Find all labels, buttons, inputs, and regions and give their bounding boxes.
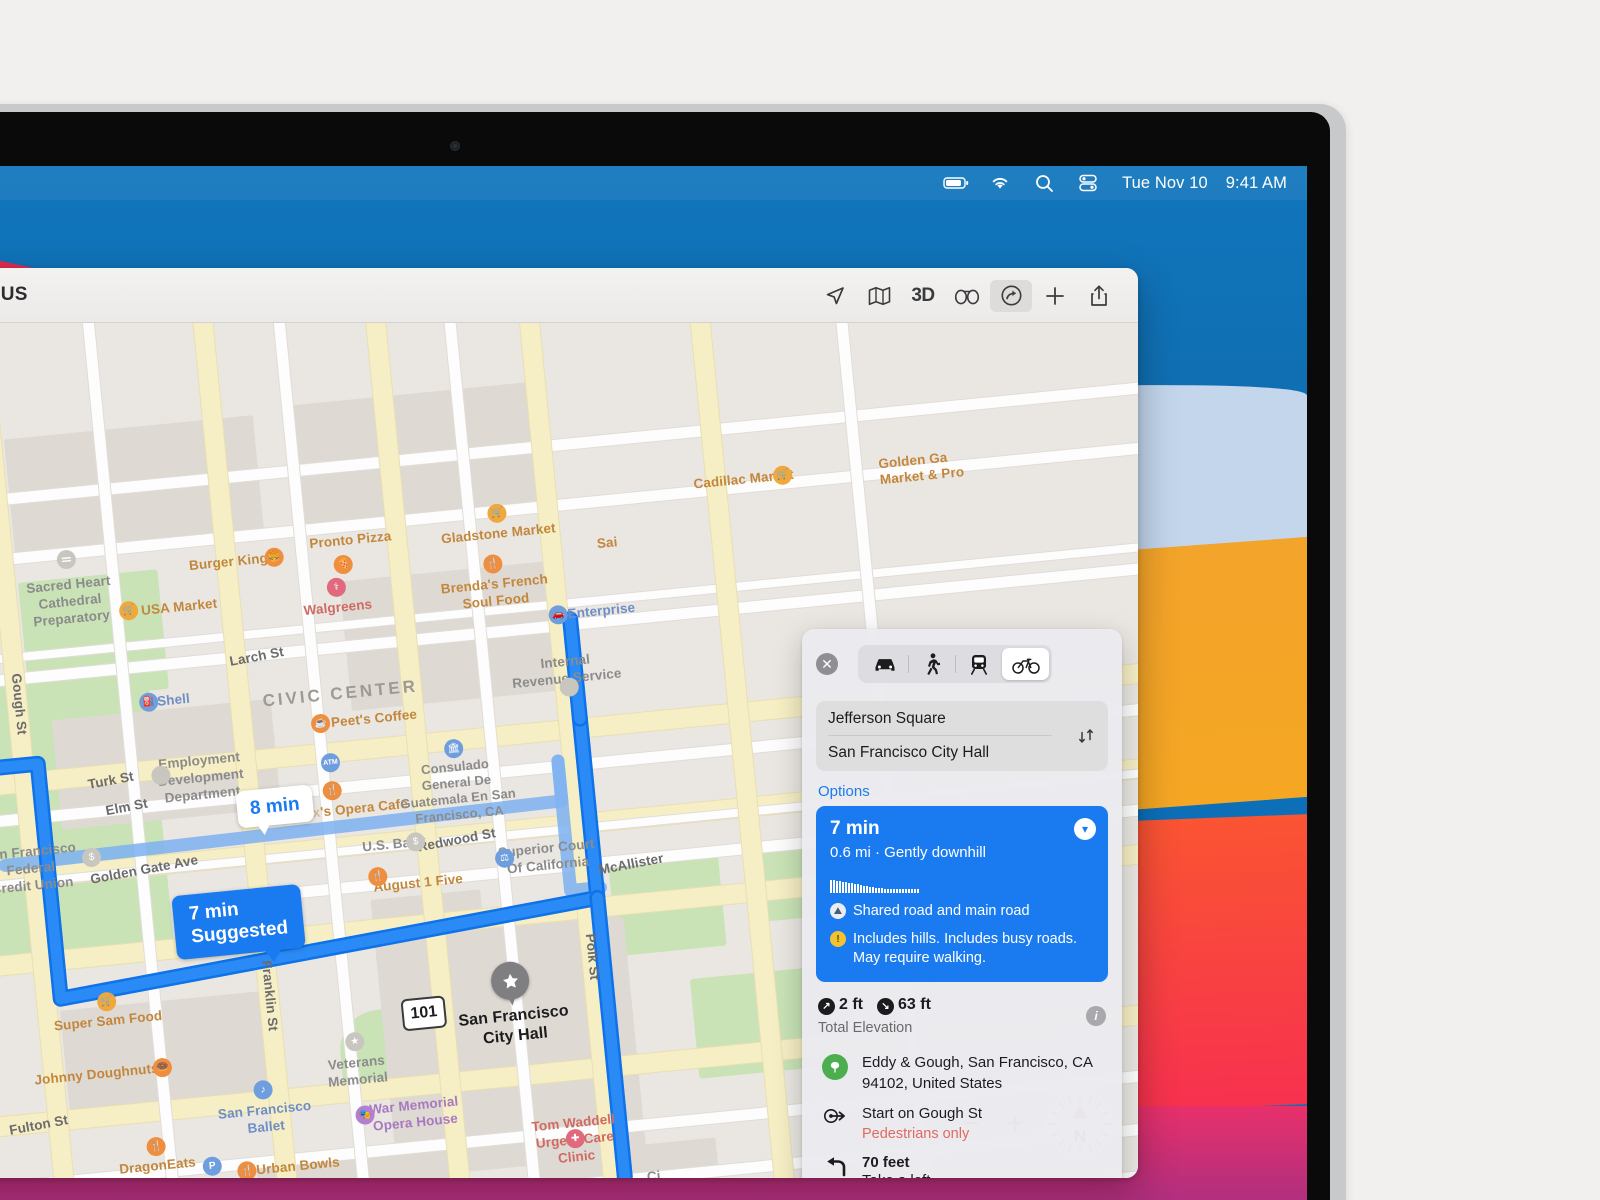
transport-mode-switcher: [858, 645, 1052, 683]
route-distance: 0.6 mi · Gently downhill: [830, 844, 986, 861]
elevation-profile: [830, 879, 1094, 893]
steps-list: Eddy & Gough, San Francisco, CA 94102, U…: [802, 1046, 1122, 1178]
mode-walk[interactable]: [908, 648, 955, 680]
screen-bezel: Tue Nov 10 9:41 AM CA, US 3D: [0, 112, 1330, 1200]
route-option-card[interactable]: ▾ 7 min 0.6 mi · Gently downhill ⛰ Share…: [816, 806, 1108, 982]
end-field[interactable]: San Francisco City Hall: [816, 736, 1064, 769]
arrow-up-right-icon: ↗: [818, 998, 835, 1015]
step-address: Eddy & Gough, San Francisco, CA 94102, U…: [862, 1054, 1093, 1092]
options-link[interactable]: Options: [818, 783, 1122, 800]
highway-shield: 101: [400, 995, 448, 1032]
desktop-screen: Tue Nov 10 9:41 AM CA, US 3D: [0, 166, 1307, 1200]
look-around-button[interactable]: [946, 280, 988, 312]
route-fields: Jefferson Square San Francisco City Hall: [816, 701, 1108, 771]
list-item[interactable]: Start on Gough St Pedestrians only: [802, 1098, 1122, 1148]
elevation-summary: i ↗ 2 ft ↘ 63 ft Total Elevation: [802, 982, 1122, 1036]
start-tree-pin-icon: [818, 1052, 852, 1094]
locate-me-button[interactable]: [814, 280, 856, 312]
route-warning: ! Includes hills. Includes busy roads. M…: [830, 930, 1094, 968]
turn-left-icon: [818, 1154, 852, 1178]
warning-icon: !: [830, 931, 846, 947]
start-field[interactable]: Jefferson Square: [828, 703, 1052, 736]
elevation-loss: ↘ 63 ft: [877, 996, 931, 1015]
elevation-gain: ↗ 2 ft: [818, 996, 863, 1015]
control-center-icon[interactable]: [1066, 174, 1110, 192]
share-button[interactable]: [1078, 280, 1120, 312]
directions-panel: ✕ Jefferson Square San Francisco City Ha…: [802, 629, 1122, 1178]
alt-route-time: 8 min: [249, 793, 301, 820]
start-arrow-icon: [818, 1104, 852, 1144]
window-titlebar: CA, US 3D: [0, 268, 1138, 323]
step-note: Pedestrians only: [862, 1126, 970, 1142]
route-road-type: ⛰ Shared road and main road: [830, 902, 1094, 921]
search-icon[interactable]: [1022, 174, 1066, 193]
toolbar: 3D: [814, 268, 1120, 323]
route-road-type-text: Shared road and main road: [853, 903, 1030, 919]
mode-drive[interactable]: [861, 648, 908, 680]
3d-button[interactable]: 3D: [902, 280, 944, 312]
map-mode-button[interactable]: [858, 280, 900, 312]
route-time: 7 min: [830, 818, 880, 839]
route-warning-text: Includes hills. Includes busy roads. May…: [853, 931, 1078, 966]
chevron-down-icon[interactable]: ▾: [1074, 818, 1096, 840]
list-item[interactable]: 70 feet Take a left Pedestrians only: [802, 1148, 1122, 1178]
menubar-time: 9:41 AM: [1225, 173, 1287, 192]
mode-transit[interactable]: [955, 648, 1002, 680]
arrow-down-right-icon: ↘: [877, 998, 894, 1015]
step-title: Start on Gough St: [862, 1105, 983, 1122]
menubar-date: Tue Nov 10: [1122, 173, 1208, 192]
battery-icon[interactable]: [934, 176, 978, 190]
laptop-frame: Tue Nov 10 9:41 AM CA, US 3D: [0, 104, 1346, 1200]
swap-icon[interactable]: [1064, 701, 1108, 771]
list-item[interactable]: Eddy & Gough, San Francisco, CA 94102, U…: [802, 1046, 1122, 1098]
road-icon: ⛰: [830, 903, 846, 919]
info-icon[interactable]: i: [1086, 1006, 1106, 1026]
mode-cycle[interactable]: [1002, 648, 1049, 680]
destination-pin[interactable]: [489, 959, 531, 1009]
step-title: Take a left: [862, 1171, 1106, 1178]
directions-header: ✕: [802, 629, 1122, 689]
map-canvas[interactable]: CIVIC CENTER Ellis St Eddy St Turk St La…: [0, 323, 1138, 1178]
add-button[interactable]: [1034, 280, 1076, 312]
directions-button[interactable]: [990, 279, 1032, 312]
menu-bar: Tue Nov 10 9:41 AM: [0, 166, 1307, 200]
close-icon[interactable]: ✕: [816, 653, 838, 675]
webcam: [450, 141, 460, 151]
page-title: CA, US: [0, 284, 28, 305]
wifi-icon[interactable]: [978, 175, 1022, 191]
alt-route-callout[interactable]: 8 min: [235, 784, 315, 836]
step-distance: 70 feet: [862, 1154, 910, 1171]
maps-window: CA, US 3D: [0, 268, 1138, 1178]
elevation-caption: Total Elevation: [818, 1020, 913, 1036]
suggested-route-callout[interactable]: 7 min Suggested: [171, 883, 307, 963]
